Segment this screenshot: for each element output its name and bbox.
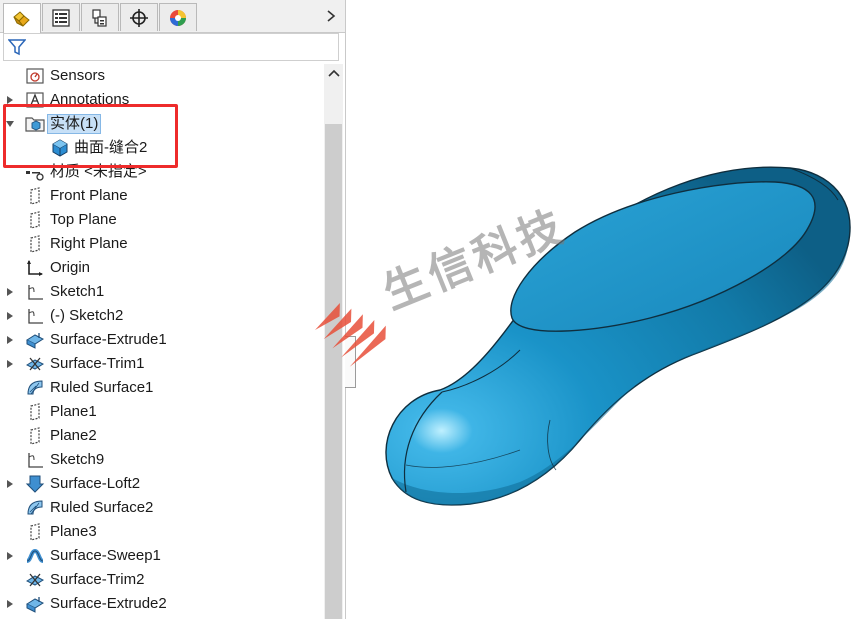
chevron-right-icon xyxy=(7,552,13,560)
tab-property-manager[interactable] xyxy=(42,3,80,31)
sketch-icon xyxy=(25,451,45,469)
tree-item-label: Front Plane xyxy=(50,187,128,204)
tab-display-manager[interactable] xyxy=(159,3,197,31)
chevron-right-icon xyxy=(7,336,13,344)
manager-tab-bar xyxy=(0,0,345,33)
tree-scrollbar[interactable] xyxy=(324,64,343,619)
tree-item-label: Surface-Extrude2 xyxy=(50,595,167,612)
tab-dimxpert-manager[interactable] xyxy=(120,3,158,31)
tree-item[interactable]: Ruled Surface1 xyxy=(0,376,324,400)
expand-toggle[interactable] xyxy=(5,551,15,561)
tree-item[interactable]: Surface-Extrude2 xyxy=(0,592,324,616)
expand-toggle[interactable] xyxy=(5,311,15,321)
chevron-right-icon xyxy=(7,600,13,608)
tree-item-label: Surface-Loft2 xyxy=(50,475,141,492)
highlight-annotation-box xyxy=(3,104,178,168)
chevron-right-icon xyxy=(327,10,336,22)
chevron-right-icon xyxy=(7,312,13,320)
tab-configuration-manager[interactable] xyxy=(81,3,119,31)
surface-trim-icon xyxy=(25,355,45,373)
tree-item[interactable]: Origin xyxy=(0,256,324,280)
chevron-right-icon xyxy=(7,480,13,488)
sketch-icon xyxy=(25,307,45,325)
tree-item[interactable]: Plane1 xyxy=(0,400,324,424)
tree-item[interactable]: Surface-Extrude1 xyxy=(0,328,324,352)
sketch-icon xyxy=(25,283,45,301)
surface-extrude-icon xyxy=(25,595,45,613)
tree-item-label: Ruled Surface2 xyxy=(50,499,154,516)
tree-item-label: Plane1 xyxy=(50,403,97,420)
plane-icon xyxy=(25,235,45,253)
plane-icon xyxy=(25,211,45,229)
surface-sweep-icon xyxy=(25,547,45,565)
tree-item-label: Sketch9 xyxy=(50,451,105,468)
surface-trim-icon xyxy=(25,571,45,589)
tree-item-label: Plane2 xyxy=(50,427,97,444)
plane-icon xyxy=(25,523,45,541)
plane-icon xyxy=(25,427,45,445)
tree-item-label: Sketch1 xyxy=(50,283,105,300)
expand-toggle[interactable] xyxy=(5,359,15,369)
sensors-icon xyxy=(25,67,45,85)
tree-item[interactable]: Right Plane xyxy=(0,232,324,256)
scroll-up-button[interactable] xyxy=(324,64,343,82)
tree-item-label: Origin xyxy=(50,259,91,276)
origin-icon xyxy=(25,259,45,277)
tree-item-label: (-) Sketch2 xyxy=(50,307,124,324)
filter-icon xyxy=(8,39,26,56)
plane-icon xyxy=(25,187,45,205)
expand-toggle[interactable] xyxy=(5,599,15,609)
tree-item[interactable]: Surface-Trim2 xyxy=(0,568,324,592)
surface-loft-icon xyxy=(25,475,45,493)
property-manager-icon xyxy=(52,8,70,27)
tree-item[interactable]: Plane3 xyxy=(0,520,324,544)
tree-item[interactable]: Ruled Surface2 xyxy=(0,496,324,520)
tree-item-label: Surface-Sweep1 xyxy=(50,547,161,564)
tree-item[interactable]: Top Plane xyxy=(0,208,324,232)
chevron-right-icon xyxy=(7,360,13,368)
tree-item-label: Surface-Trim1 xyxy=(50,355,145,372)
expand-toggle[interactable] xyxy=(5,479,15,489)
tree-item-label: Right Plane xyxy=(50,235,128,252)
surface-extrude-icon xyxy=(25,331,45,349)
tree-item-label: Plane3 xyxy=(50,523,97,540)
tree-item-label: Sensors xyxy=(50,67,106,84)
expand-toggle[interactable] xyxy=(5,287,15,297)
tree-item[interactable]: Sketch1 xyxy=(0,280,324,304)
plane-icon xyxy=(25,403,45,421)
tree-item[interactable]: Surface-Trim1 xyxy=(0,352,324,376)
tree-item-label: Top Plane xyxy=(50,211,117,228)
tree-item[interactable]: Front Plane xyxy=(0,184,324,208)
feature-tree-filter[interactable] xyxy=(3,33,339,61)
tree-item[interactable]: Surface-Loft2 xyxy=(0,472,324,496)
ruled-surface-icon xyxy=(25,379,45,397)
scroll-thumb[interactable] xyxy=(325,124,342,619)
tree-item[interactable]: Surface-Sweep1 xyxy=(0,544,324,568)
tree-item-label: Surface-Extrude1 xyxy=(50,331,167,348)
tree-item[interactable]: Plane2 xyxy=(0,424,324,448)
tab-feature-manager[interactable] xyxy=(3,3,41,33)
more-tabs-button[interactable] xyxy=(323,6,339,26)
appearance-icon xyxy=(170,9,186,26)
tree-item[interactable]: (-) Sketch2 xyxy=(0,304,324,328)
tree-item-label: Surface-Trim2 xyxy=(50,571,145,588)
chevron-up-icon xyxy=(327,69,340,77)
feature-manager-icon xyxy=(13,10,30,27)
crosshair-icon xyxy=(130,8,148,27)
tree-item-label: Ruled Surface1 xyxy=(50,379,154,396)
feature-manager-panel: Sensors Annotations 实体(1) 曲面-缝合2 材质 <未指定> Fro… xyxy=(0,0,346,619)
ruled-surface-icon xyxy=(25,499,45,517)
tree-item[interactable]: Sensors xyxy=(0,64,324,88)
configuration-manager-icon xyxy=(92,8,107,27)
tree-item[interactable]: Sketch9 xyxy=(0,448,324,472)
expand-toggle[interactable] xyxy=(5,335,15,345)
chevron-right-icon xyxy=(7,288,13,296)
